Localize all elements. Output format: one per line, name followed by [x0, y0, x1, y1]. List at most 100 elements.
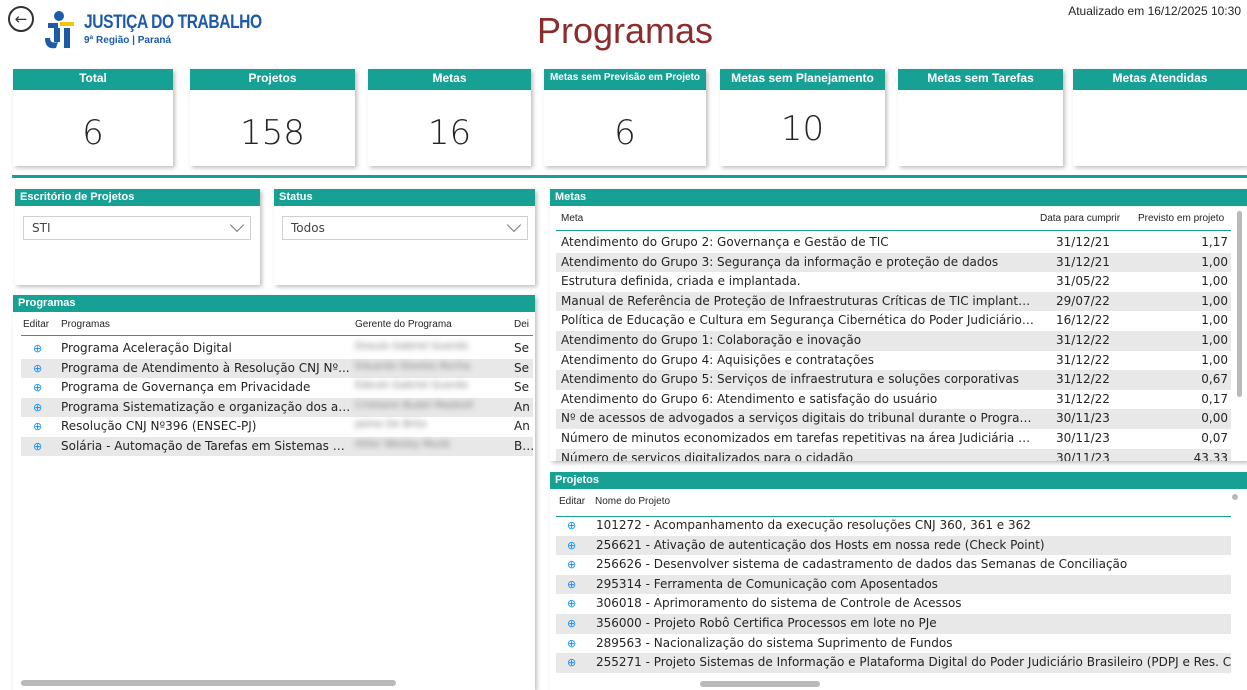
meta-previsto: 1,17	[1201, 235, 1228, 249]
link-icon[interactable]: ⊕	[567, 539, 581, 552]
chevron-down-icon	[229, 217, 245, 233]
table-row[interactable]: Número de minutos economizados em tarefa…	[556, 429, 1231, 449]
kpi-card-metas: Metas 16	[368, 69, 531, 166]
logo-sub-text: 9ª Região | Paraná	[84, 35, 172, 46]
table-row[interactable]: ⊕ 295314 - Ferramenta de Comunicação com …	[556, 574, 1231, 595]
programa-name: Programa Sistematização e organização do…	[61, 399, 351, 414]
link-icon[interactable]: ⊕	[567, 578, 581, 591]
programa-name: Solária - Automação de Tarefas em Sistem…	[61, 438, 351, 453]
table-row[interactable]: ⊕ 289563 - Nacionalização do sistema Supr…	[556, 634, 1231, 654]
slicer-title: Escritório de Projetos	[15, 189, 260, 206]
table-row[interactable]: Atendimento do Grupo 1: Colaboração e in…	[556, 331, 1231, 351]
programa-name: Resolução CNJ Nº396 (ENSEC-PJ)	[61, 419, 257, 433]
escritorio-dropdown[interactable]: STI	[23, 216, 251, 240]
projeto-name: 256626 - Desenvolver sistema de cadastra…	[596, 557, 1128, 572]
meta-previsto: 1,00	[1201, 313, 1228, 328]
link-icon[interactable]: ⊕	[567, 617, 581, 630]
programa-dep: An	[514, 419, 530, 433]
meta-text: Atendimento do Grupo 6: Atendimento e sa…	[561, 391, 938, 406]
dropdown-value: STI	[32, 221, 51, 235]
kpi-value: 6	[614, 113, 636, 153]
meta-previsto: 0,17	[1201, 391, 1228, 406]
programa-manager: Edeulo Gabriel Guerdo	[355, 380, 469, 391]
slicer-status: Status Todos	[274, 189, 535, 285]
logo: JUSTIÇA DO TRABALHO 9ª Região | Paraná	[40, 8, 262, 54]
col-header-editar[interactable]: Editar	[23, 319, 49, 330]
kpi-card-metas-atendidas: Metas Atendidas	[1073, 69, 1247, 166]
table-row[interactable]: ⊕ Programa de Atendimento à Resolução CNJ…	[21, 358, 533, 378]
kpi-card-metas-sem-tarefas: Metas sem Tarefas	[898, 69, 1063, 166]
meta-data: 31/12/22	[1056, 352, 1110, 367]
table-row[interactable]: ⊕ Programa Sistematização e organização d…	[21, 397, 533, 417]
table-row[interactable]: ⊕ Resolução CNJ Nº396 (ENSEC-PJ) Jaime De …	[21, 417, 533, 437]
table-row[interactable]: ⊕ 306018 - Aprimoramento do sistema de Co…	[556, 594, 1231, 614]
link-icon[interactable]: ⊕	[33, 420, 47, 433]
meta-previsto: 1,00	[1201, 352, 1228, 367]
kpi-card-projetos: Projetos 158	[190, 69, 355, 166]
col-header-gerente[interactable]: Gerente do Programa	[355, 319, 452, 330]
metas-rows: Atendimento do Grupo 2: Governança e Ges…	[550, 189, 1247, 461]
meta-previsto: 1,00	[1201, 333, 1228, 347]
table-row[interactable]: ⊕ Programa de Governança em Privacidade Ed…	[21, 378, 533, 398]
table-row[interactable]: Atendimento do Grupo 2: Governança e Ges…	[556, 233, 1231, 253]
table-row[interactable]: ⊕ 101272 - Acompanhamento da execução res…	[556, 516, 1231, 536]
programa-dep: Se	[514, 360, 529, 375]
kpi-value: 6	[82, 113, 104, 153]
link-icon[interactable]: ⊕	[567, 597, 581, 610]
slicer-escritorio: Escritório de Projetos STI	[15, 189, 260, 285]
meta-text: Atendimento do Grupo 3: Segurança da inf…	[561, 254, 999, 269]
section-divider	[12, 175, 1247, 178]
last-updated: Atualizado em 16/12/2025 10:30	[1068, 4, 1241, 18]
link-icon[interactable]: ⊕	[567, 637, 581, 650]
link-icon[interactable]: ⊕	[33, 440, 47, 453]
table-row[interactable]: ⊕ 255271 - Projeto Sistemas de Informação…	[556, 653, 1231, 673]
col-header-programas[interactable]: Programas	[61, 319, 110, 330]
table-row[interactable]: Atendimento do Grupo 3: Segurança da inf…	[556, 252, 1231, 273]
col-header-dep[interactable]: Dei	[514, 319, 529, 330]
link-icon[interactable]: ⊕	[567, 519, 581, 532]
kpi-value: 16	[427, 113, 472, 153]
meta-previsto: 0,00	[1201, 411, 1228, 426]
table-row[interactable]: Atendimento do Grupo 6: Atendimento e sa…	[556, 390, 1231, 410]
table-row[interactable]: ⊕ 356000 - Projeto Robô Certifica Process…	[556, 614, 1231, 634]
link-icon[interactable]: ⊕	[33, 362, 47, 375]
table-row[interactable]: ⊕ Solária - Automação de Tarefas em Siste…	[21, 436, 533, 456]
horizontal-scrollbar[interactable]	[700, 681, 820, 687]
table-row[interactable]: Política de Educação e Cultura em Segura…	[556, 311, 1231, 331]
table-row[interactable]: Número de serviços digitalizados para o …	[556, 448, 1231, 461]
table-row[interactable]: ⊕ 256626 - Desenvolver sistema de cadastr…	[556, 555, 1231, 575]
kpi-card-metas-sem-previsao: Metas sem Previsão em Projeto 6	[544, 69, 706, 166]
status-dropdown[interactable]: Todos	[282, 216, 528, 240]
link-icon[interactable]: ⊕	[33, 342, 47, 355]
horizontal-scrollbar[interactable]	[21, 680, 396, 686]
vertical-scrollbar[interactable]	[1232, 494, 1238, 500]
meta-text: Número de minutos economizados em tarefa…	[561, 431, 1036, 445]
table-row[interactable]: Manual de Referência de Proteção de Infr…	[556, 291, 1231, 312]
programa-manager: Eduardo Steeles Rocha	[355, 360, 471, 372]
projeto-name: 295314 - Ferramenta de Comunicação com A…	[596, 576, 938, 591]
link-icon[interactable]: ⊕	[33, 381, 47, 394]
meta-text: Atendimento do Grupo 1: Colaboração e in…	[561, 333, 862, 347]
table-row[interactable]: Atendimento do Grupo 4: Aquisições e con…	[556, 351, 1231, 371]
link-icon[interactable]: ⊕	[567, 656, 581, 669]
dropdown-value: Todos	[291, 221, 325, 235]
meta-text: Estrutura definida, criada e implantada.	[561, 274, 801, 289]
table-row[interactable]: ⊕ Programa Aceleração Digital Dosulo Gabri…	[21, 339, 533, 359]
kpi-card-total: Total 6	[13, 69, 173, 166]
table-row[interactable]: Estrutura definida, criada e implantada.…	[556, 272, 1231, 292]
kpi-label: Metas Atendidas	[1073, 69, 1247, 90]
kpi-value: 158	[240, 113, 305, 153]
link-icon[interactable]: ⊕	[567, 558, 581, 571]
programa-dep: Bra	[514, 438, 533, 453]
meta-previsto: 1,00	[1201, 254, 1228, 269]
meta-data: 30/11/23	[1056, 450, 1110, 461]
table-row[interactable]: ⊕ 256621 - Ativação de autenticação dos H…	[556, 535, 1231, 556]
projeto-name: 255271 - Projeto Sistemas de Informação …	[596, 655, 1231, 670]
back-button[interactable]: ←	[8, 6, 34, 32]
link-icon[interactable]: ⊕	[33, 401, 47, 414]
vertical-scrollbar[interactable]	[1237, 211, 1242, 397]
table-row[interactable]: Nº de acessos de advogados a serviços di…	[556, 409, 1231, 429]
table-row[interactable]: Atendimento do Grupo 5: Serviços de infr…	[556, 370, 1231, 390]
meta-previsto: 1,00	[1201, 293, 1228, 308]
meta-data: 30/11/23	[1056, 411, 1110, 426]
